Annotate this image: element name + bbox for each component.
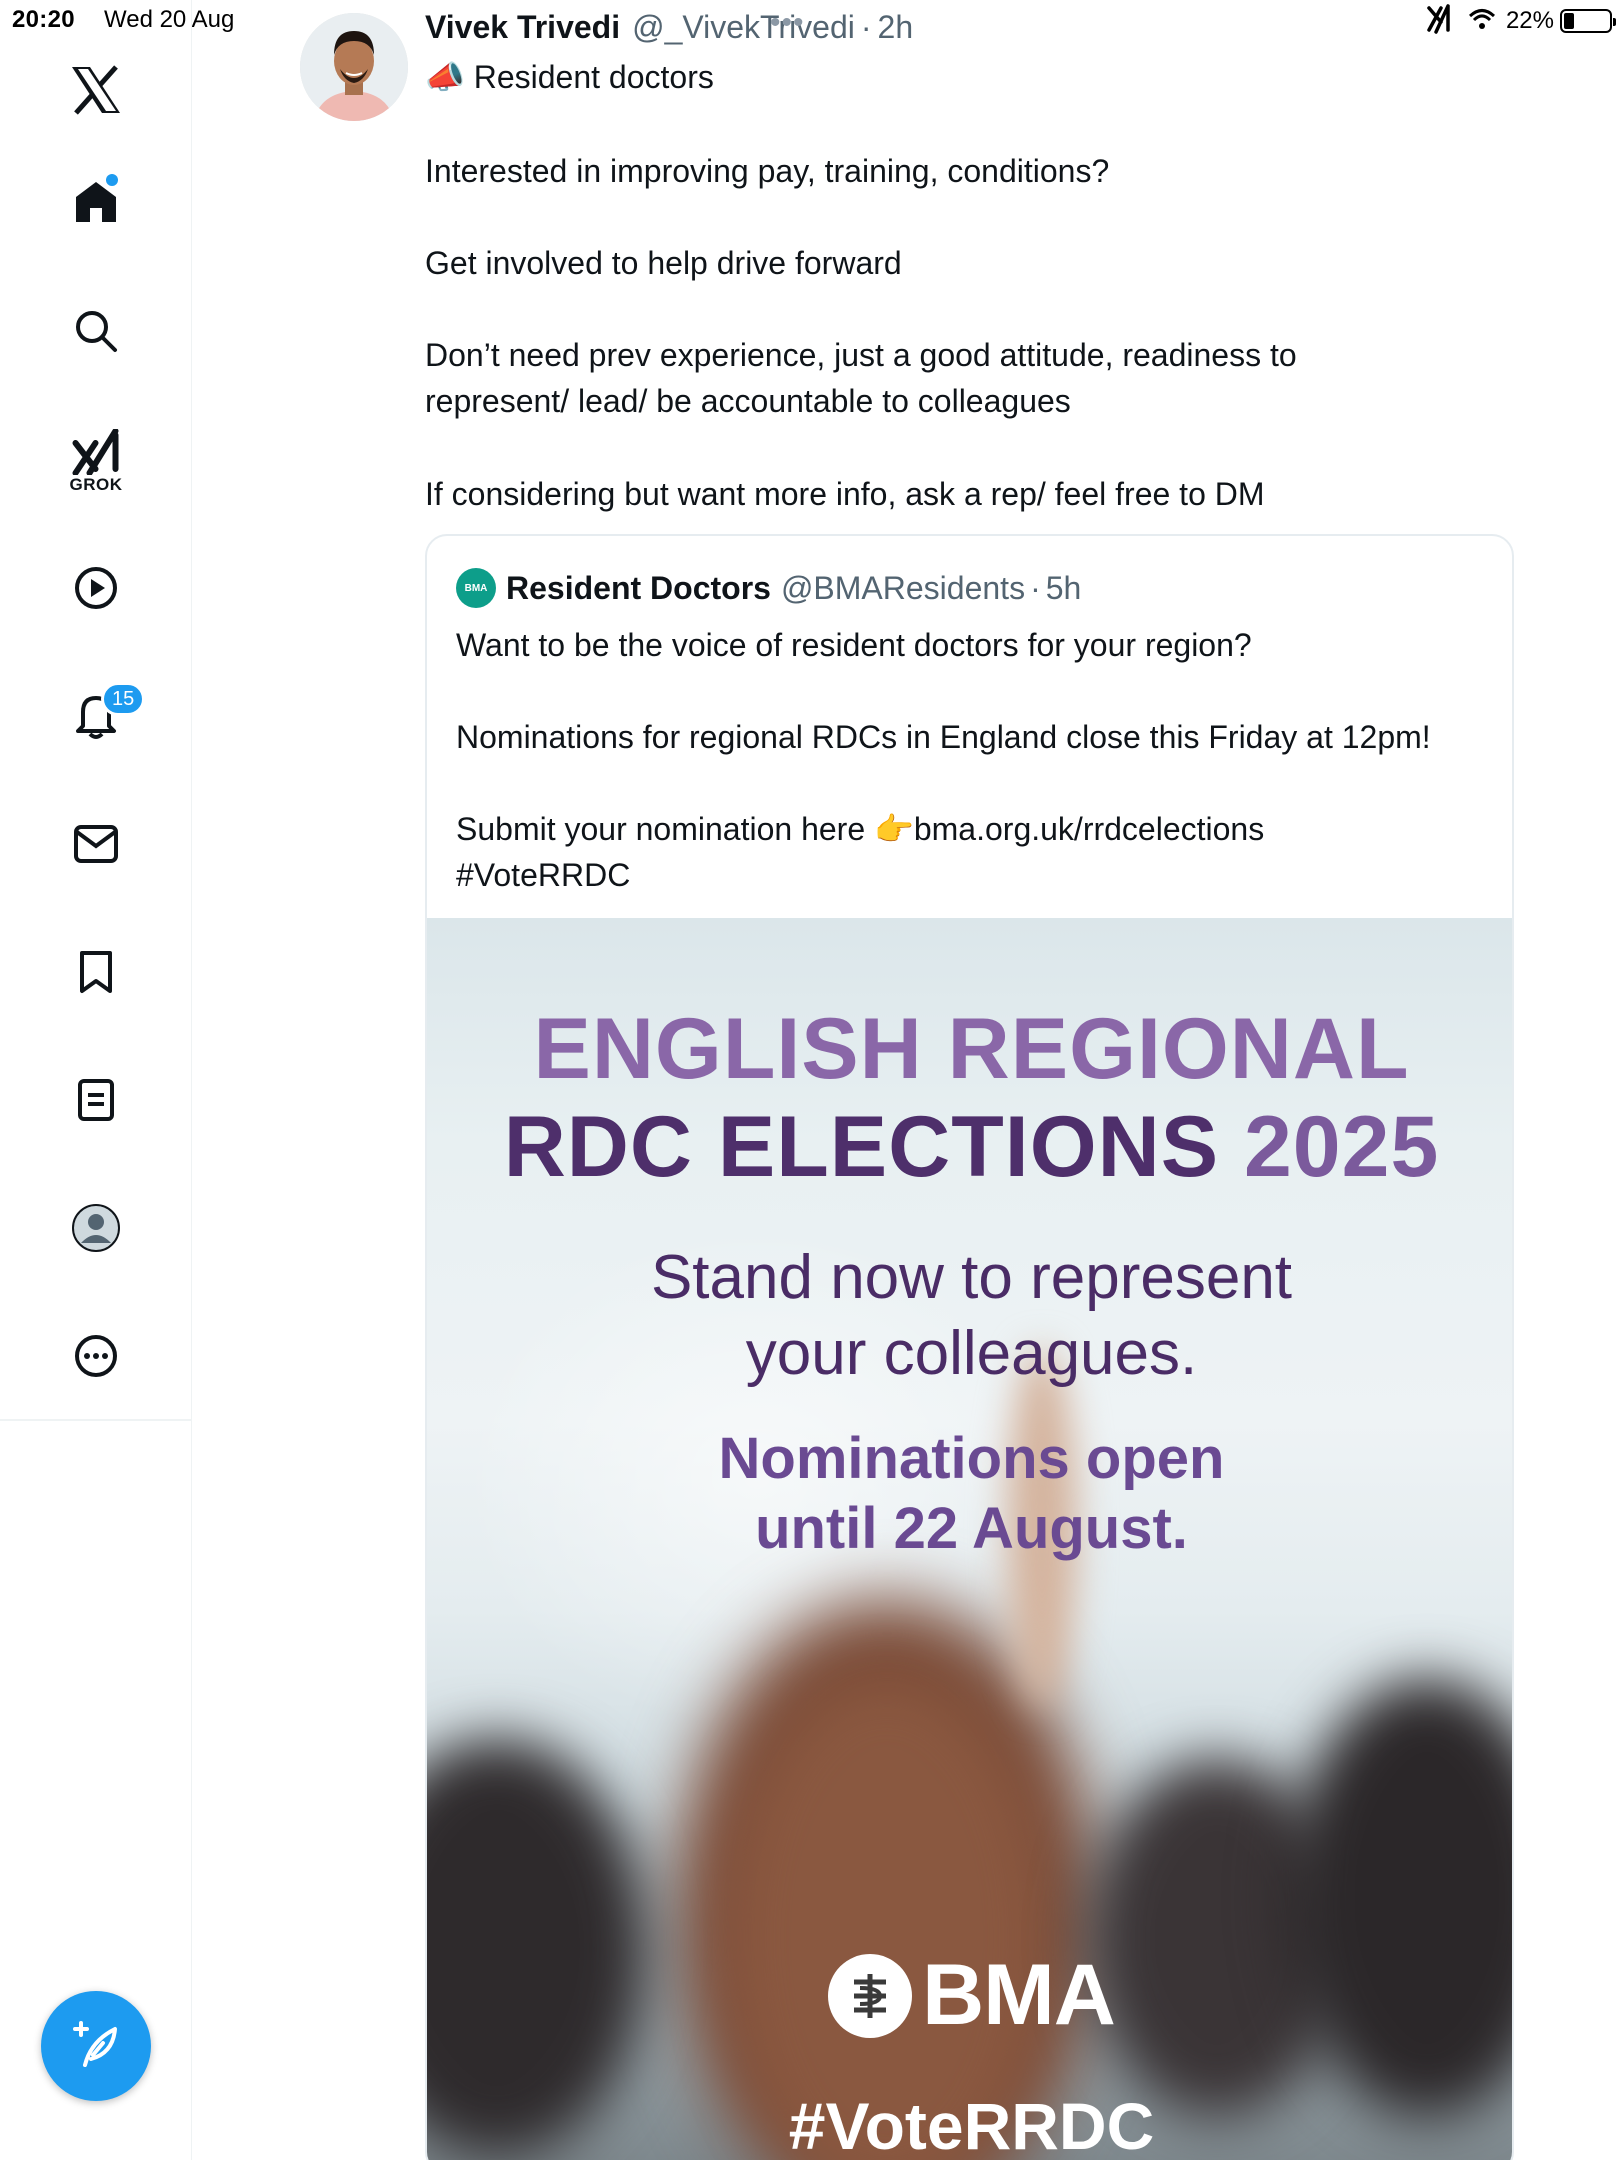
grok-icon [72,429,118,475]
quote-time: 5h [1045,569,1082,606]
sidebar-item-more[interactable] [73,1333,119,1379]
notifications-badge: 15 [101,682,146,716]
tweet-line-4: Don’t need prev experience, just a good … [425,337,1297,373]
sidebar-item-bookmarks[interactable] [77,949,115,995]
poster-sub-line-2: your colleagues. [745,1319,1198,1388]
header-separator: · [860,8,872,45]
poster-title-line-2: RDC ELECTIONS 2025 [503,1099,1440,1195]
sidebar-item-video[interactable] [73,565,119,611]
poster-nominations-line-1: Nominations open [718,1426,1225,1491]
author-avatar[interactable] [300,13,408,121]
bma-logo: BMA [427,1946,1512,2045]
poster-image[interactable]: ENGLISH REGIONAL RDC ELECTIONS 2025 Stan… [427,918,1512,2160]
quote-author-handle: @BMAResidents [780,569,1026,606]
tweet-line-6: If considering but want more info, ask a… [425,476,1265,512]
tweet-line-1: 📣 Resident doctors [425,59,714,95]
crowd-blur [1287,1678,1512,2118]
status-indicators: 22% [1426,3,1616,39]
quote-header: BMA Resident Doctors @BMAResidents · 5h [456,565,1081,611]
tweet-header: Vivek Trivedi @_VivekTrivedi · 2h [425,6,913,48]
author-handle[interactable]: @_VivekTrivedi [632,9,855,46]
play-icon [75,567,117,609]
poster-sub-line-1: Stand now to represent [650,1243,1293,1312]
poster-nominations-line-2: until 22 August. [755,1496,1188,1561]
poster-title-line-1: ENGLISH REGIONAL [533,1001,1410,1097]
battery-percent: 22% [1505,7,1554,34]
tweet-line-2: Interested in improving pay, training, c… [425,153,1110,189]
poster-hashtag: #VoteRRDC [788,2089,1155,2160]
sidebar-item-messages[interactable] [73,824,119,864]
quote-hashtag[interactable]: #VoteRRDC [456,852,630,898]
battery-fill [1564,13,1574,29]
sidebar-item-explore[interactable] [74,309,118,353]
bookmark-icon [80,951,112,993]
quote-separator: · [1030,569,1041,606]
sidebar-item-profile[interactable] [71,1203,121,1253]
sidebar-item-lists[interactable] [77,1078,115,1122]
search-icon [76,311,117,352]
bma-wordmark: BMA [922,1947,1116,2043]
x-logo-icon[interactable] [70,65,122,115]
mail-icon [74,825,118,863]
poster-title-year: 2025 [1243,1099,1440,1195]
more-icon [75,1335,117,1377]
grok-status-icon [1426,3,1462,39]
sidebar-divider [0,1419,192,1421]
home-unread-dot [106,174,118,186]
quote-author-name: Resident Doctors [506,569,771,606]
quote-line-3: Submit your nomination here 👉bma.org.uk/… [456,811,1265,847]
tweet-time[interactable]: 2h [878,9,914,46]
author-name[interactable]: Vivek Trivedi [425,9,620,46]
compose-button[interactable] [41,1991,151,2101]
quoted-tweet[interactable]: BMA Resident Doctors @BMAResidents · 5h … [425,534,1514,2160]
sidebar-item-grok[interactable]: GROK [70,429,123,495]
wifi-icon [1468,7,1496,36]
profile-icon [72,1204,120,1252]
bma-emblem-icon [828,1953,913,2038]
quote-line-1: Want to be the voice of resident doctors… [456,627,1252,663]
quote-line-2: Nominations for regional RDCs in England… [456,719,1431,755]
megaphone-emoji: 📣 [425,59,465,95]
sidebar: GROK 15 [0,0,192,2160]
compose-icon [73,2021,117,2067]
battery-icon [1560,9,1616,33]
tweet-line-3: Get involved to help drive forward [425,245,902,281]
list-icon [78,1079,114,1121]
tweet-line-5: represent/ lead/ be accountable to colle… [425,383,1071,419]
grok-label: GROK [69,475,123,494]
quote-avatar: BMA [456,568,496,608]
tweet-more-icon[interactable]: ••• [770,6,805,40]
